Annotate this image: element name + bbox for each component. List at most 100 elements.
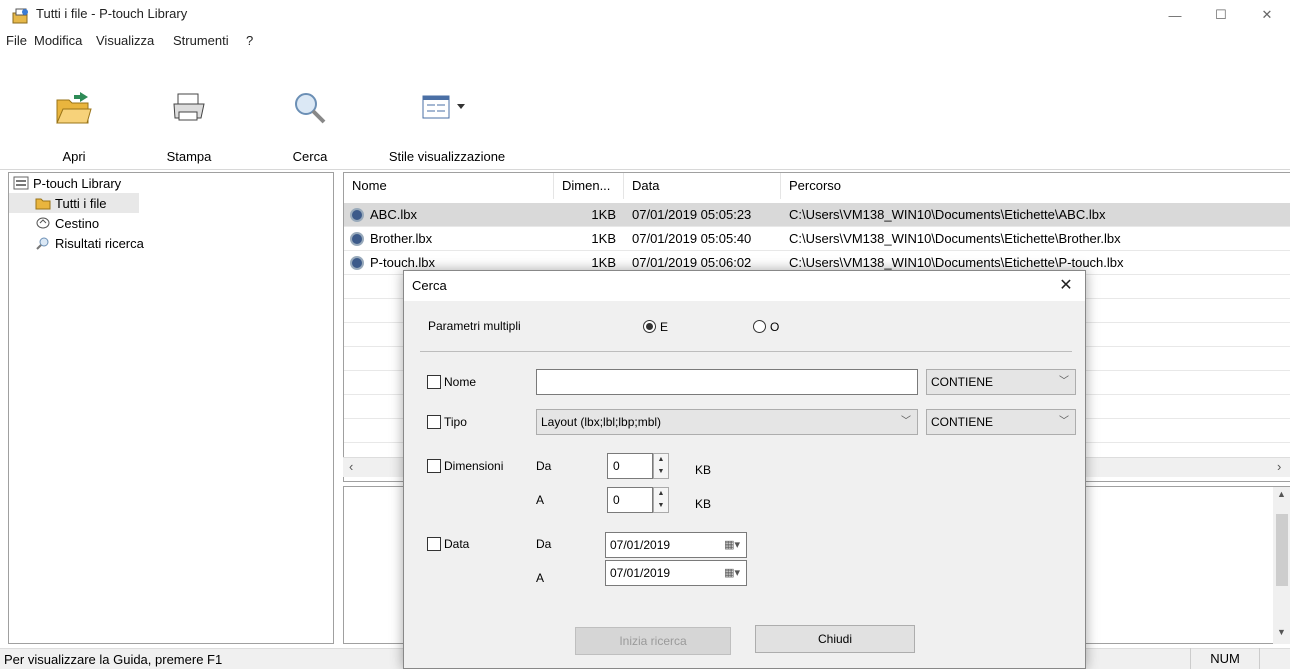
date-from-picker[interactable]: 07/01/2019 ▦▾ (605, 532, 747, 558)
print-button[interactable]: Stampa (154, 86, 224, 164)
calendar-icon[interactable]: ▦▾ (724, 561, 740, 585)
size-to-spinner[interactable]: ▲ ▼ (653, 487, 669, 513)
column-header-path[interactable]: Percorso (781, 173, 1290, 199)
tree-item-all-files[interactable]: Tutti i file (9, 193, 139, 213)
folder-open-icon (56, 92, 92, 124)
radio-and-label: E (660, 320, 669, 334)
dialog-close-button[interactable]: ✕ (1054, 274, 1078, 298)
file-date: 07/01/2019 05:05:23 (632, 207, 752, 222)
open-label: Apri (62, 149, 86, 164)
lbx-file-icon (350, 256, 364, 270)
size-to-label: A (536, 493, 545, 507)
num-lock-indicator: NUM (1190, 648, 1260, 669)
file-name: ABC.lbx (370, 207, 417, 222)
status-text: Per visualizzare la Guida, premere F1 (4, 652, 223, 667)
search-dialog: Cerca ✕ Parametri multipli E O Nome CONT… (403, 270, 1086, 669)
menu-bar: File Modifica Visualizza Strumenti ? (0, 30, 1290, 52)
file-size: 1KB (591, 207, 616, 222)
name-operator-select[interactable]: CONTIENE ﹀ (926, 369, 1076, 395)
window-title: Tutti i file - P-touch Library (36, 6, 188, 21)
type-operator-value: CONTIENE (931, 415, 994, 429)
scroll-up-icon[interactable]: ▲ (1277, 489, 1286, 499)
lbx-file-icon (350, 232, 364, 246)
view-style-icon (422, 95, 465, 119)
date-from-label: Da (536, 537, 552, 551)
open-button[interactable]: Apri (44, 86, 104, 164)
table-row[interactable]: Brother.lbx 1KB 07/01/2019 05:05:40 C:\U… (344, 227, 1290, 251)
file-date: 07/01/2019 05:05:40 (632, 231, 752, 246)
menu-help[interactable]: ? (246, 33, 253, 48)
print-label: Stampa (166, 149, 212, 164)
column-header-name[interactable]: Nome (344, 173, 554, 199)
tree-item-label: Risultati ricerca (55, 235, 144, 251)
tree-item-label: Tutti i file (55, 195, 107, 211)
column-header-size[interactable]: Dimen... (554, 173, 624, 199)
menu-modifica[interactable]: Modifica (34, 33, 82, 48)
name-label: Nome (444, 375, 477, 389)
tree-root[interactable]: P-touch Library (9, 173, 333, 193)
size-label: Dimensioni (444, 459, 504, 473)
app-icon (12, 7, 30, 25)
radio-and[interactable] (643, 320, 656, 333)
date-from-value: 07/01/2019 (610, 538, 671, 552)
size-from-unit: KB (695, 463, 712, 477)
file-path: C:\Users\VM138_WIN10\Documents\Etichette… (789, 231, 1121, 246)
type-checkbox[interactable] (427, 415, 441, 429)
tree-item-label: Cestino (55, 215, 100, 231)
date-to-value: 07/01/2019 (610, 566, 671, 580)
folder-tree: P-touch Library Tutti i file Cestino Ris… (8, 172, 334, 644)
column-header-date[interactable]: Data (624, 173, 781, 199)
date-to-label: A (536, 571, 545, 585)
type-operator-select[interactable]: CONTIENE ﹀ (926, 409, 1076, 435)
type-value: Layout (lbx;lbl;lbp;mbl) (541, 415, 662, 429)
search-button[interactable]: Cerca (280, 86, 340, 164)
size-from-spinner[interactable]: ▲ ▼ (653, 453, 669, 479)
close-button[interactable]: ✕ (1244, 0, 1290, 30)
start-search-button[interactable]: Inizia ricerca (575, 627, 731, 655)
dialog-title-bar: Cerca ✕ (404, 271, 1085, 301)
size-from-label: Da (536, 459, 552, 473)
minimize-button[interactable]: — (1152, 0, 1198, 30)
scroll-left-icon[interactable]: ‹ (349, 459, 353, 474)
close-dialog-button[interactable]: Chiudi (755, 625, 915, 653)
tree-item-trash[interactable]: Cestino (9, 213, 333, 233)
type-select[interactable]: Layout (lbx;lbl;lbp;mbl) ﹀ (536, 409, 918, 435)
calendar-icon[interactable]: ▦▾ (724, 533, 740, 557)
size-from-input[interactable]: 0 (607, 453, 653, 479)
tree-item-search-results[interactable]: Risultati ricerca (9, 233, 333, 253)
date-to-picker[interactable]: 07/01/2019 ▦▾ (605, 560, 747, 586)
lbx-file-icon (350, 208, 364, 222)
printer-icon (173, 93, 205, 121)
title-bar: Tutti i file - P-touch Library — ☐ ✕ (0, 0, 1290, 30)
divider (420, 351, 1072, 352)
scroll-right-icon[interactable]: › (1277, 459, 1281, 474)
library-icon (13, 176, 29, 190)
name-checkbox[interactable] (427, 375, 441, 389)
tree-root-label: P-touch Library (33, 175, 122, 191)
folder-icon (35, 196, 51, 210)
type-label: Tipo (444, 415, 467, 429)
scroll-down-icon[interactable]: ▼ (1277, 627, 1286, 637)
size-to-input[interactable]: 0 (607, 487, 653, 513)
maximize-button[interactable]: ☐ (1198, 0, 1244, 30)
chevron-down-icon: ﹀ (1059, 416, 1069, 427)
menu-strumenti[interactable]: Strumenti (173, 33, 229, 48)
view-style-label: Stile visualizzazione (388, 149, 506, 164)
date-checkbox[interactable] (427, 537, 441, 551)
file-path: C:\Users\VM138_WIN10\Documents\Etichette… (789, 207, 1106, 222)
name-input[interactable] (536, 369, 918, 395)
radio-or[interactable] (753, 320, 766, 333)
menu-visualizza[interactable]: Visualizza (96, 33, 154, 48)
search-results-icon (35, 236, 51, 250)
file-size: 1KB (591, 231, 616, 246)
date-label: Data (444, 537, 470, 551)
dialog-title: Cerca (412, 278, 447, 293)
table-row[interactable]: ABC.lbx 1KB 07/01/2019 05:05:23 C:\Users… (344, 203, 1290, 227)
radio-or-label: O (770, 320, 780, 334)
size-checkbox[interactable] (427, 459, 441, 473)
scrollbar-thumb[interactable] (1276, 514, 1288, 586)
view-style-button[interactable]: Stile visualizzazione (372, 86, 522, 164)
menu-file[interactable]: File (6, 33, 27, 48)
size-to-unit: KB (695, 497, 712, 511)
name-operator-value: CONTIENE (931, 375, 994, 389)
